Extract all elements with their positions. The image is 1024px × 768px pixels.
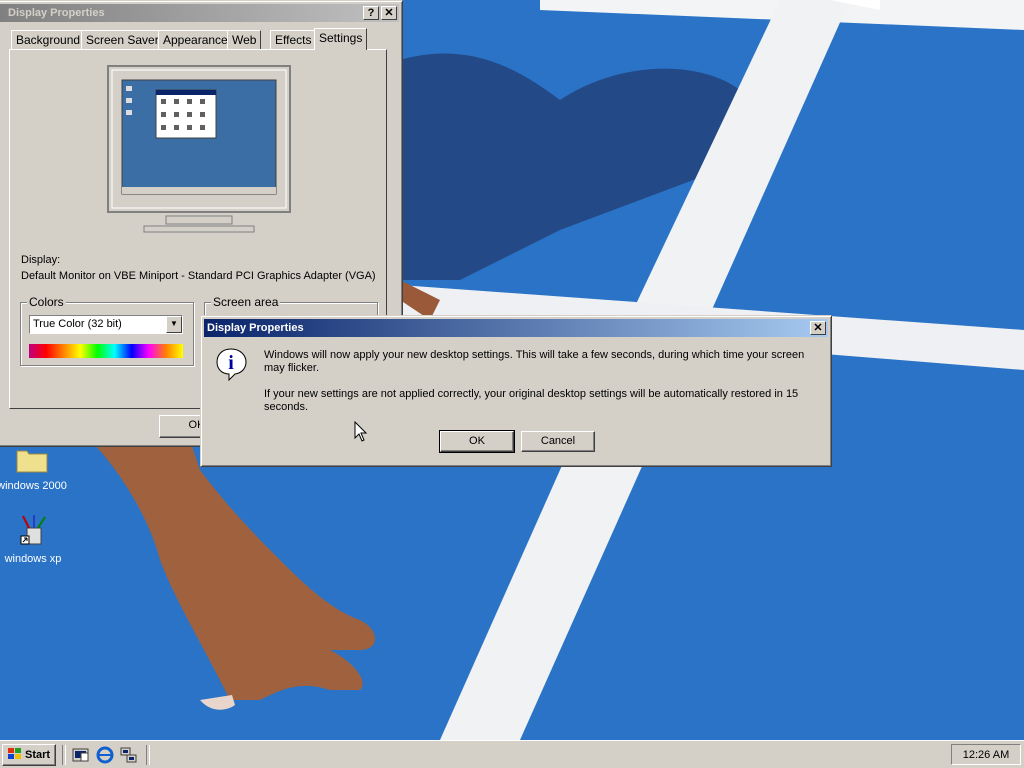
taskbar-separator — [146, 745, 150, 765]
colors-group-title: Colors — [27, 295, 66, 309]
desktop-icon-label: windows 2000 — [0, 480, 67, 492]
dropdown-button[interactable]: ▼ — [166, 316, 182, 333]
screen-area-group-title: Screen area — [211, 295, 281, 309]
colors-select-value: True Color (32 bit) — [33, 318, 122, 330]
mouse-cursor-icon — [354, 421, 368, 442]
close-icon: ✕ — [384, 7, 394, 19]
window-title-bar[interactable]: Display Properties ? ✕ — [0, 4, 399, 22]
colors-group: Colors True Color (32 bit) ▼ — [20, 295, 194, 366]
dialog-title-bar[interactable]: Display Properties ✕ — [204, 319, 828, 337]
network-icon[interactable] — [119, 746, 137, 764]
display-label: Display: — [21, 254, 61, 266]
taskbar: Start 12:26 AM — [0, 740, 1024, 768]
dialog-ok-button[interactable]: OK — [439, 430, 515, 453]
tab-web[interactable]: Web — [227, 30, 262, 49]
desktop-icon-label: windows xp — [4, 553, 62, 565]
display-adapter-text: Default Monitor on VBE Miniport - Standa… — [21, 270, 376, 282]
colors-select[interactable]: True Color (32 bit) ▼ — [29, 315, 183, 334]
dialog-cancel-button[interactable]: Cancel — [521, 431, 595, 452]
confirmation-dialog: Display Properties ✕ i Windows will now … — [200, 315, 832, 467]
dialog-close-button[interactable]: ✕ — [810, 321, 826, 335]
help-button[interactable]: ? — [363, 6, 379, 20]
desktop-icon-windows-2000[interactable]: windows 2000 — [0, 447, 72, 492]
tab-background[interactable]: Background — [11, 30, 86, 49]
info-icon: i — [216, 348, 247, 381]
monitor-preview-icon — [107, 65, 291, 233]
close-button[interactable]: ✕ — [381, 6, 397, 20]
folder-icon — [16, 450, 48, 473]
taskbar-separator — [62, 745, 66, 765]
windows-logo-icon — [7, 748, 21, 759]
color-spectrum-bar — [29, 344, 183, 358]
system-clock: 12:26 AM — [951, 744, 1021, 765]
dialog-message-2: If your new settings are not applied cor… — [264, 388, 799, 413]
start-button[interactable]: Start — [2, 744, 56, 766]
tab-effects[interactable]: Effects — [270, 30, 317, 49]
tab-screen-saver[interactable]: Screen Saver — [81, 30, 164, 49]
paint-cup-icon — [20, 515, 46, 545]
tab-appearance[interactable]: Appearance — [158, 30, 233, 49]
chevron-down-icon: ▼ — [170, 319, 178, 328]
window-title: Display Properties — [8, 7, 105, 19]
tab-settings[interactable]: Settings — [314, 28, 368, 50]
desktop-icon-windows-xp[interactable]: windows xp — [0, 514, 73, 565]
internet-explorer-icon[interactable] — [96, 746, 114, 764]
show-desktop-icon[interactable] — [72, 746, 90, 764]
close-icon: ✕ — [813, 322, 823, 334]
dialog-title: Display Properties — [207, 322, 304, 334]
dialog-message-1: Windows will now apply your new desktop … — [264, 349, 805, 374]
svg-text:i: i — [228, 352, 234, 374]
